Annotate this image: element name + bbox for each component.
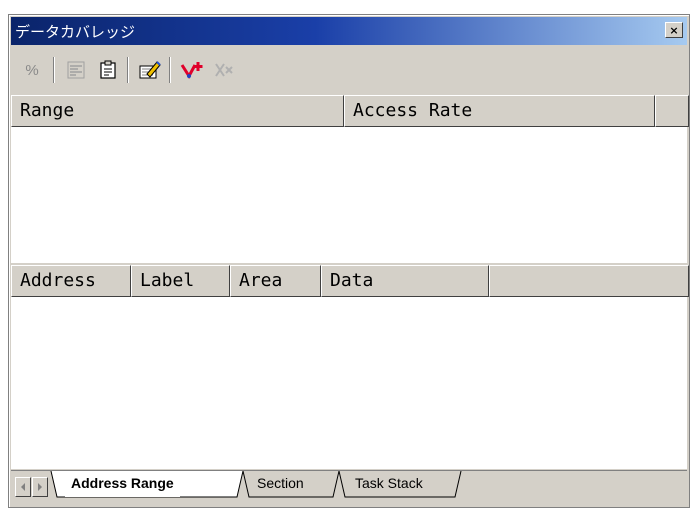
range-table-body[interactable] [11,127,687,263]
toolbar-separator [53,57,55,83]
remove-range-button[interactable] [209,55,239,85]
tab-section[interactable]: Section [251,471,310,497]
column-header-range[interactable]: Range [11,95,344,127]
column-header-data[interactable]: Data [321,265,489,297]
column-header-empty[interactable] [489,265,689,297]
add-range-button[interactable] [177,55,207,85]
detail-table: Address Label Area Data [11,265,689,469]
window-title: データカバレッジ [15,23,136,41]
edit-pencil-icon [139,61,161,79]
toolbar-separator [169,57,171,83]
coverage-settings-button[interactable] [61,55,91,85]
edit-button[interactable] [135,55,165,85]
clipboard-icon [100,60,116,79]
range-table: Range Access Rate [11,95,689,263]
percent-icon: % [25,61,39,79]
column-header-label[interactable]: Label [131,265,230,297]
toolbar: % [11,51,687,89]
column-header-area[interactable]: Area [230,265,321,297]
coverage-settings-icon [67,61,85,79]
detail-table-body[interactable] [11,297,687,469]
column-header-access-rate[interactable]: Access Rate [344,95,655,127]
close-button[interactable]: × [665,22,683,38]
sheet-tab-bar: Address Range Section Task Stack [11,470,687,505]
column-header-address[interactable]: Address [11,265,131,297]
range-table-header: Range Access Rate [11,95,689,127]
toolbar-separator [127,57,129,83]
data-coverage-window: データカバレッジ × % Range Access Rate Address L… [8,14,690,508]
column-header-empty[interactable] [655,95,689,127]
tab-address-range[interactable]: Address Range [65,471,180,497]
percent-button[interactable]: % [17,55,47,85]
tab-task-stack[interactable]: Task Stack [349,471,429,497]
title-bar[interactable]: データカバレッジ × [11,17,687,45]
remove-range-icon [215,63,233,77]
detail-table-header: Address Label Area Data [11,265,689,297]
add-range-icon [180,62,203,79]
clipboard-button[interactable] [93,55,123,85]
